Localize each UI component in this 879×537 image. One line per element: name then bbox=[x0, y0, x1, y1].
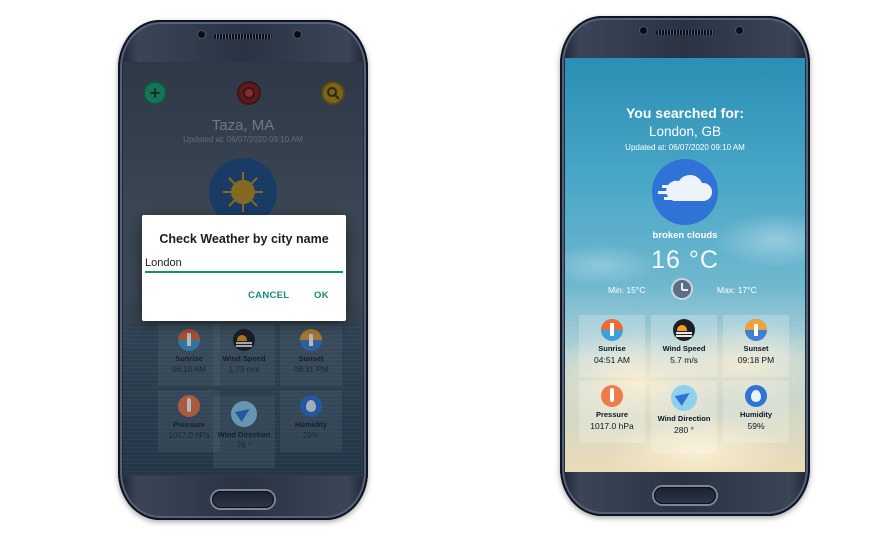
tile-humidity: Humidity 59% bbox=[723, 381, 789, 443]
sensor bbox=[736, 27, 743, 34]
phone-left: + Taza, MA Updated at: 06/07/2020 09:10 … bbox=[118, 20, 368, 520]
ok-button[interactable]: OK bbox=[314, 290, 329, 301]
sunrise-icon bbox=[601, 319, 623, 341]
tile-value: 04:51 AM bbox=[594, 355, 630, 365]
dialog-title: Check Weather by city name bbox=[159, 232, 329, 246]
sunset-icon bbox=[745, 319, 767, 341]
weather-description: broken clouds bbox=[652, 230, 718, 241]
city-title: London, GB bbox=[648, 124, 722, 139]
tile-value: 5.7 m/s bbox=[670, 355, 698, 365]
home-button[interactable] bbox=[212, 491, 274, 508]
tile-label: Wind Speed bbox=[662, 344, 706, 353]
cancel-button[interactable]: CANCEL bbox=[248, 290, 289, 301]
tile-wind-speed: Wind Speed 5.7 m/s bbox=[651, 315, 717, 377]
speaker-grille bbox=[214, 34, 272, 39]
screen-right: You searched for: London, GB Updated at:… bbox=[565, 58, 805, 472]
droplet-icon bbox=[745, 385, 767, 407]
thermometer-icon bbox=[601, 385, 623, 407]
updated-at: Updated at: 06/07/2020 09:10 AM bbox=[625, 143, 745, 152]
min-temperature: Min: 15°C bbox=[608, 285, 646, 295]
clock-icon bbox=[671, 278, 693, 300]
speaker-grille bbox=[656, 30, 714, 35]
city-name-input[interactable] bbox=[145, 255, 343, 273]
tile-wind-direction: Wind Direction 280 ° bbox=[651, 381, 717, 453]
tile-value: 09:18 PM bbox=[737, 355, 775, 365]
tile-sunset: Sunset 09:18 PM bbox=[723, 315, 789, 377]
tile-sunrise: Sunrise 04:51 AM bbox=[579, 315, 645, 377]
tile-value: 280 ° bbox=[674, 425, 694, 435]
cloud-icon bbox=[652, 159, 718, 225]
tile-value: 1017.0 hPa bbox=[590, 421, 634, 431]
home-button[interactable] bbox=[654, 487, 716, 504]
phone-right: You searched for: London, GB Updated at:… bbox=[560, 16, 810, 516]
front-camera bbox=[198, 31, 205, 38]
wind-speed-icon bbox=[673, 319, 695, 341]
temperature: 16 °C bbox=[651, 246, 719, 274]
tile-label: Humidity bbox=[739, 410, 773, 419]
tile-label: Sunrise bbox=[598, 344, 626, 353]
sensor bbox=[294, 31, 301, 38]
screen-left: + Taza, MA Updated at: 06/07/2020 09:10 … bbox=[123, 62, 363, 476]
search-heading: You searched for: bbox=[626, 105, 744, 121]
front-camera bbox=[640, 27, 647, 34]
tile-value: 59% bbox=[747, 421, 765, 431]
direction-arrow-icon bbox=[671, 385, 697, 411]
max-temperature: Max: 17°C bbox=[717, 285, 757, 295]
city-search-dialog: Check Weather by city name CANCEL OK bbox=[142, 215, 346, 321]
tile-label: Sunset bbox=[743, 344, 769, 353]
tile-label: Wind Direction bbox=[657, 414, 711, 423]
tile-pressure: Pressure 1017.0 hPa bbox=[579, 381, 645, 443]
tile-label: Pressure bbox=[595, 410, 629, 419]
